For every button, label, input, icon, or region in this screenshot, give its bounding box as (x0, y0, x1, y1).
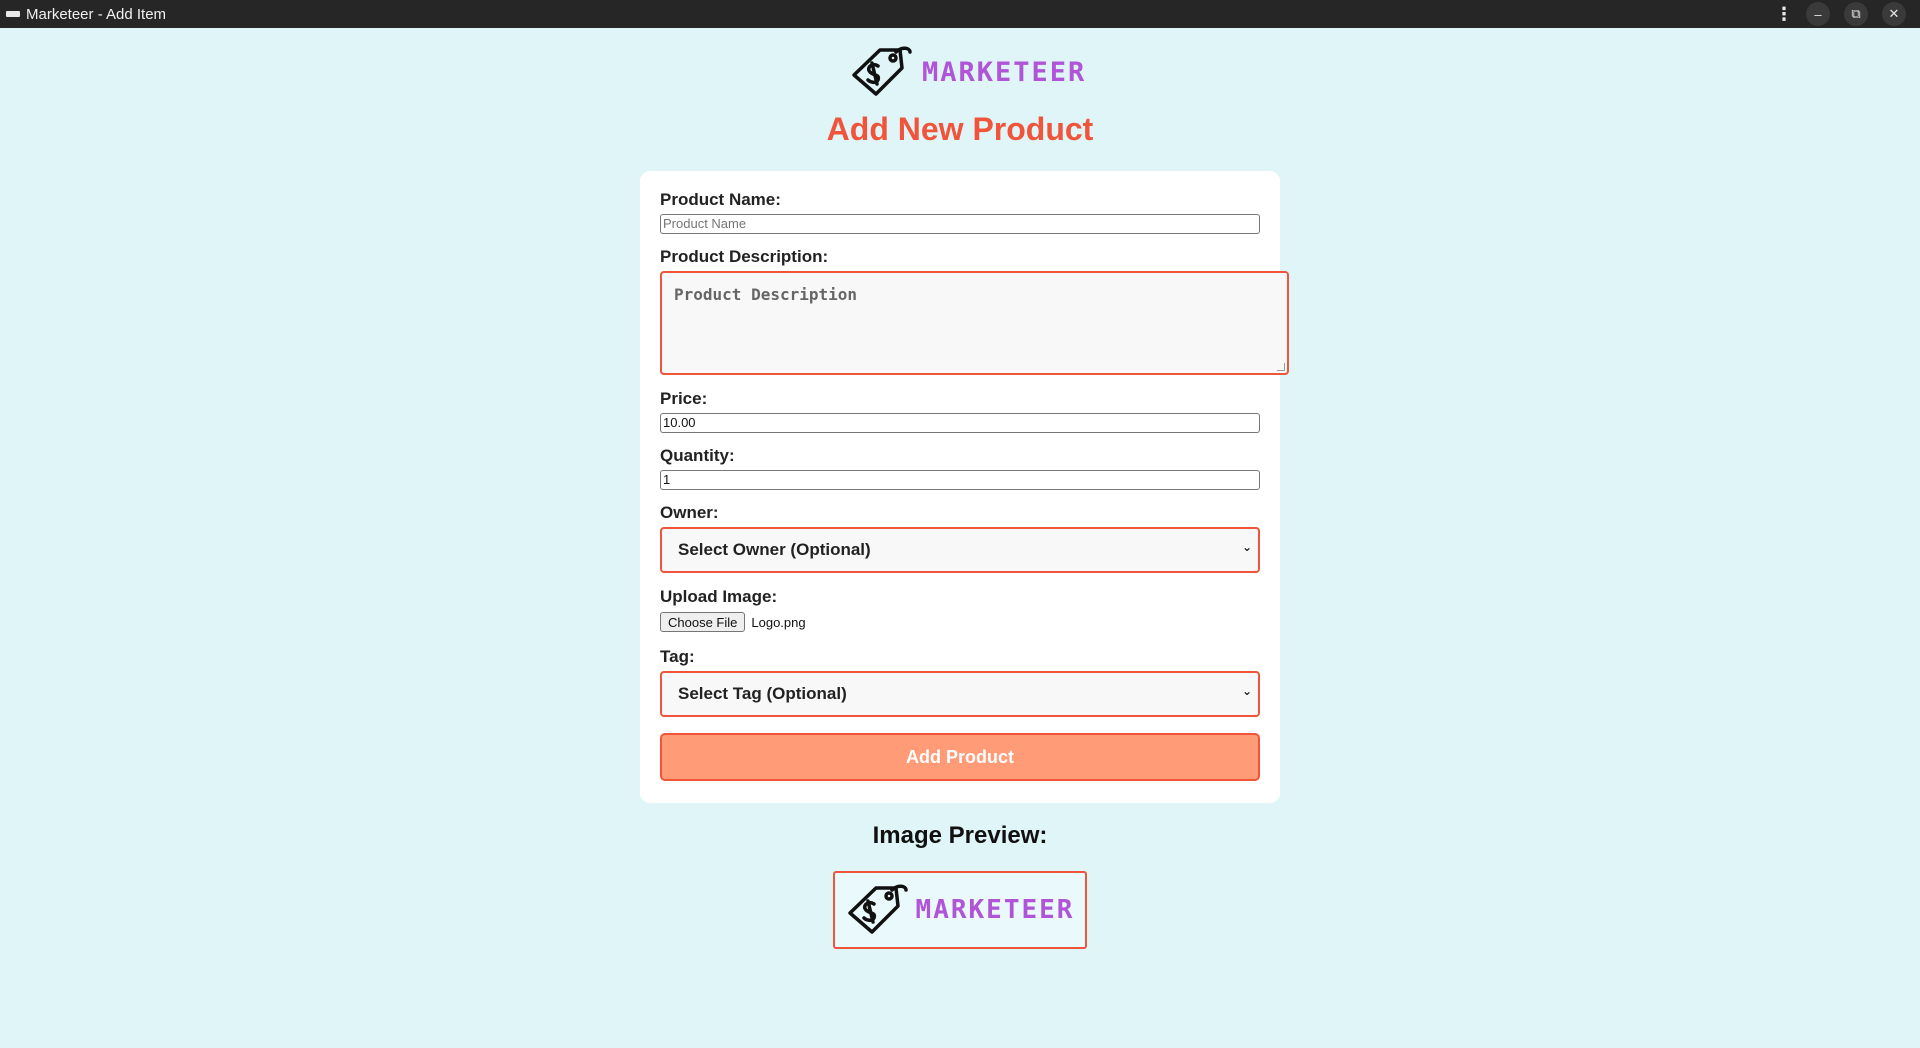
restore-button[interactable]: ⧉ (1844, 2, 1868, 26)
quantity-value: 1 (663, 472, 671, 487)
image-preview: MARKETEER (833, 871, 1087, 949)
menu-kebab-icon[interactable]: ⋮ (1775, 2, 1793, 26)
page-title: Add New Product (826, 111, 1094, 147)
chevron-down-icon: ⌄ (1241, 684, 1252, 698)
window-titlebar: Marketeer - Add Item ⋮ – ⧉ ✕ (0, 0, 1920, 28)
price-tag-dollar-icon (852, 46, 912, 96)
file-input: Choose File Logo.png (660, 612, 806, 632)
tag-selected-value: Select Tag (Optional) (678, 684, 847, 703)
add-product-form: Product Name: Product Name Product Descr… (640, 171, 1289, 803)
price-label: Price: (660, 389, 708, 408)
tag-select[interactable]: Select Tag (Optional) ⌄ (660, 671, 1260, 717)
upload-image-label: Upload Image: (660, 587, 778, 606)
product-name-input[interactable]: Product Name (660, 214, 1260, 234)
price-tag-dollar-icon (847, 884, 908, 934)
product-name-placeholder: Product Name (663, 216, 747, 231)
owner-selected-value: Select Owner (Optional) (678, 540, 871, 559)
price-input[interactable]: 10.00 (660, 413, 1260, 433)
quantity-label: Quantity: (660, 446, 735, 465)
product-description-placeholder: Product Description (674, 285, 858, 304)
chevron-down-icon: ⌄ (1241, 540, 1252, 554)
price-value: 10.00 (663, 415, 696, 430)
selected-file-name: Logo.png (751, 614, 806, 630)
product-name-label: Product Name: (660, 190, 781, 209)
product-description-label: Product Description: (660, 247, 829, 266)
header-logo: MARKETEER (850, 42, 1086, 102)
quantity-input[interactable]: 1 (660, 470, 1260, 490)
window-title: Marketeer - Add Item (26, 5, 167, 23)
owner-select[interactable]: Select Owner (Optional) ⌄ (660, 527, 1260, 573)
preview-brand-name: MARKETEER (915, 895, 1075, 925)
product-description-textarea[interactable]: Product Description (660, 271, 1289, 375)
resize-handle-icon[interactable] (1277, 363, 1285, 371)
brand-name: MARKETEER (922, 56, 1087, 88)
image-preview-title: Image Preview: (872, 822, 1048, 849)
choose-file-button[interactable]: Choose File (660, 612, 746, 632)
app-icon (6, 11, 20, 17)
owner-label: Owner: (660, 503, 719, 522)
close-button[interactable]: ✕ (1882, 2, 1906, 26)
add-product-button[interactable]: Add Product (660, 733, 1260, 781)
minimize-button[interactable]: – (1806, 2, 1830, 26)
window-controls: ⋮ – ⧉ ✕ (1775, 0, 1906, 28)
tag-label: Tag: (660, 647, 695, 666)
